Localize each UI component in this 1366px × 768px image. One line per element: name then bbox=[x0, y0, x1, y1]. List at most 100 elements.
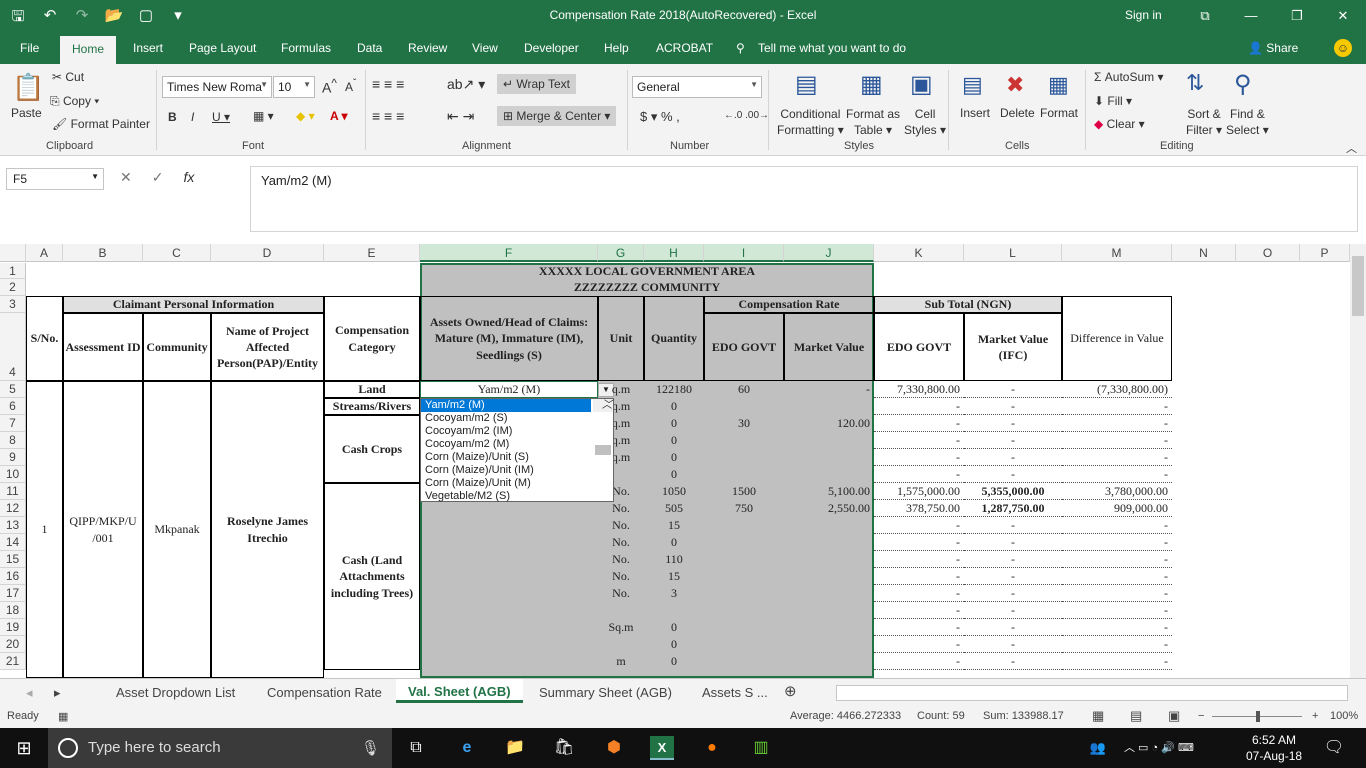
cell-l[interactable]: - bbox=[964, 602, 1062, 619]
sheet-tab-val-sheet[interactable]: Val. Sheet (AGB) bbox=[396, 679, 523, 703]
cell-edo[interactable] bbox=[704, 619, 784, 636]
format-as-table-button[interactable]: Format as Table ▾ bbox=[846, 106, 900, 138]
cell-mkt[interactable] bbox=[784, 534, 874, 551]
borders-icon[interactable]: ▦ ▾ bbox=[253, 109, 274, 123]
cell-k[interactable]: - bbox=[874, 568, 964, 585]
dropdown-option[interactable]: Corn (Maize)/Unit (IM) bbox=[421, 464, 613, 477]
column-header-b[interactable]: B bbox=[63, 244, 143, 262]
row-header[interactable]: 15 bbox=[0, 551, 26, 568]
cell-edo[interactable] bbox=[704, 653, 784, 670]
normal-view-icon[interactable]: ▦ bbox=[1092, 708, 1104, 724]
share-button[interactable]: 👤 Share bbox=[1248, 41, 1298, 55]
cell-l[interactable]: - bbox=[964, 381, 1062, 398]
search-icon[interactable]: ⚲ bbox=[736, 41, 745, 55]
column-header-f[interactable]: F bbox=[420, 244, 598, 262]
cell-mkt[interactable] bbox=[784, 653, 874, 670]
cell-unit[interactable] bbox=[598, 636, 644, 653]
column-header-c[interactable]: C bbox=[143, 244, 211, 262]
cell-edo[interactable] bbox=[704, 585, 784, 602]
feedback-smiley-icon[interactable]: ☺ bbox=[1334, 39, 1352, 57]
cell-mkt[interactable] bbox=[784, 517, 874, 534]
cell-qty[interactable]: 0 bbox=[644, 619, 704, 636]
decimal-icon[interactable]: ←.0 .00→ bbox=[724, 110, 769, 121]
cut-button[interactable]: ✂ Cut bbox=[52, 70, 84, 84]
cell-edo[interactable] bbox=[704, 568, 784, 585]
dropdown-option[interactable]: Vegetable/M2 (S) bbox=[421, 490, 613, 503]
scroll-tabs-left-icon[interactable]: ◂ bbox=[26, 685, 33, 701]
row-header[interactable]: 5 bbox=[0, 381, 26, 398]
cell-mkt[interactable] bbox=[784, 619, 874, 636]
cell-qty[interactable] bbox=[644, 602, 704, 619]
sheet-tab-asset-dropdown[interactable]: Asset Dropdown List bbox=[116, 685, 235, 700]
restore-icon[interactable]: ❐ bbox=[1274, 0, 1320, 32]
find-select-button[interactable]: Find & Select ▾ bbox=[1226, 106, 1269, 138]
format-cells-button[interactable]: Format bbox=[1040, 106, 1078, 120]
cell-k[interactable]: - bbox=[874, 449, 964, 466]
row-header[interactable]: 12 bbox=[0, 500, 26, 517]
microphone-icon[interactable]: 🎙 bbox=[361, 739, 380, 757]
row-header[interactable]: 2 bbox=[0, 279, 26, 296]
select-all-corner[interactable] bbox=[0, 244, 26, 262]
row-header[interactable]: 13 bbox=[0, 517, 26, 534]
row-header[interactable]: 19 bbox=[0, 619, 26, 636]
currency-icon[interactable]: $ ▾ % , bbox=[640, 109, 680, 125]
cell-l[interactable]: - bbox=[964, 636, 1062, 653]
cell-k[interactable]: - bbox=[874, 466, 964, 483]
system-tray-icons[interactable]: ︿ ▭ ◔ 🔊 ⌨ bbox=[1124, 736, 1224, 760]
column-header-d[interactable]: D bbox=[211, 244, 324, 262]
cell-mkt[interactable]: - bbox=[784, 381, 874, 398]
column-header-l[interactable]: L bbox=[964, 244, 1062, 262]
font-name-combo[interactable]: Times New Roma ▼ bbox=[162, 76, 272, 98]
column-header-n[interactable]: N bbox=[1172, 244, 1236, 262]
format-painter-button[interactable]: 🖌 Format Painter bbox=[52, 117, 150, 131]
cell-edo[interactable]: 1500 bbox=[704, 483, 784, 500]
file-explorer-icon[interactable]: 📁 bbox=[503, 736, 527, 760]
cell-edo[interactable] bbox=[704, 636, 784, 653]
sort-filter-button[interactable]: Sort & Filter ▾ bbox=[1186, 106, 1222, 138]
cell-l[interactable]: - bbox=[964, 534, 1062, 551]
cell-qty[interactable]: 0 bbox=[644, 466, 704, 483]
cell-m[interactable]: - bbox=[1062, 432, 1172, 449]
conditional-formatting-icon[interactable]: ▤ bbox=[795, 70, 818, 99]
row-header[interactable]: 10 bbox=[0, 466, 26, 483]
fill-color-icon[interactable]: ◆ ▾ bbox=[296, 109, 315, 123]
row-header[interactable]: 17 bbox=[0, 585, 26, 602]
column-header-p[interactable]: P bbox=[1300, 244, 1350, 262]
cell-cat-cash-crops[interactable]: Cash Crops bbox=[324, 415, 420, 483]
conditional-formatting-button[interactable]: Conditional Formatting ▾ bbox=[777, 106, 844, 138]
cell-m[interactable]: - bbox=[1062, 585, 1172, 602]
grow-font-icon[interactable]: A^ bbox=[322, 77, 337, 96]
cell-k[interactable]: - bbox=[874, 636, 964, 653]
cell-qty[interactable]: 3 bbox=[644, 585, 704, 602]
cell-mkt[interactable]: 5,100.00 bbox=[784, 483, 874, 500]
cell-qty[interactable]: 505 bbox=[644, 500, 704, 517]
cell-qty[interactable]: 0 bbox=[644, 415, 704, 432]
cell-mkt[interactable]: 120.00 bbox=[784, 415, 874, 432]
cell-m[interactable]: - bbox=[1062, 551, 1172, 568]
firefox-icon[interactable]: ● bbox=[700, 736, 724, 760]
cell-edo[interactable] bbox=[704, 432, 784, 449]
number-format-combo[interactable]: General ▼ bbox=[632, 76, 762, 98]
cell-mkt[interactable] bbox=[784, 466, 874, 483]
chevron-down-icon[interactable]: ﹀ bbox=[597, 399, 617, 412]
cell-m[interactable]: - bbox=[1062, 517, 1172, 534]
cell-l[interactable]: - bbox=[964, 432, 1062, 449]
active-cell-f5[interactable]: Yam/m2 (M) bbox=[420, 381, 598, 398]
cell-qty[interactable]: 110 bbox=[644, 551, 704, 568]
cell-unit[interactable]: No. bbox=[598, 551, 644, 568]
cell-mkt[interactable] bbox=[784, 636, 874, 653]
column-header-h[interactable]: H bbox=[644, 244, 704, 262]
enter-icon[interactable]: ✓ bbox=[152, 169, 164, 186]
cell-m[interactable]: - bbox=[1062, 415, 1172, 432]
sign-in-link[interactable]: Sign in bbox=[1125, 8, 1162, 22]
close-icon[interactable]: ✕ bbox=[1320, 0, 1366, 32]
row-header[interactable]: 7 bbox=[0, 415, 26, 432]
format-cells-icon[interactable]: ▦ bbox=[1048, 72, 1069, 98]
row-header[interactable]: 6 bbox=[0, 398, 26, 415]
tab-acrobat[interactable]: ACROBAT bbox=[656, 41, 713, 55]
cell-assessment-id[interactable]: QIPP/MKP/U /001 bbox=[63, 381, 143, 678]
cell-m[interactable]: - bbox=[1062, 398, 1172, 415]
cell-l[interactable]: - bbox=[964, 551, 1062, 568]
task-view-icon[interactable]: ⧉ bbox=[404, 736, 428, 760]
cell-mkt[interactable] bbox=[784, 585, 874, 602]
